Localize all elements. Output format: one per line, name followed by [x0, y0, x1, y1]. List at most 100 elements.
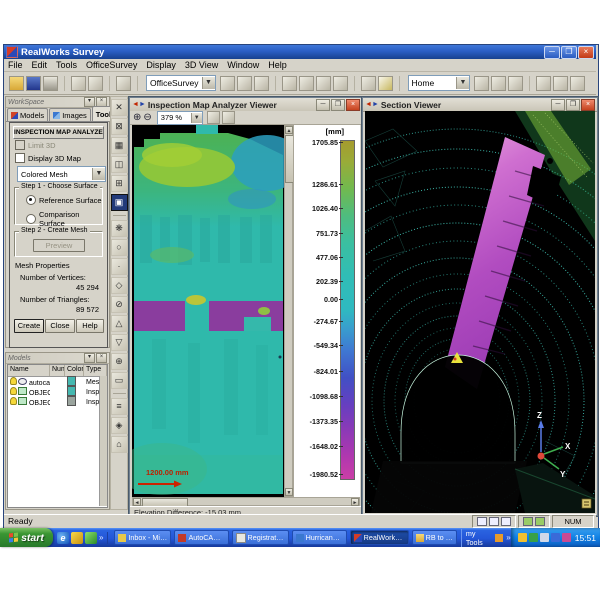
task-rbtopb[interactable]: RB to PB [412, 530, 457, 545]
layers-icon[interactable] [491, 76, 506, 91]
vtool-select-icon[interactable]: ✕ [111, 99, 128, 116]
vtool-inspect-icon[interactable]: ▣ [111, 194, 128, 211]
scroll-left-icon[interactable]: ◄ [133, 498, 141, 506]
target-combo[interactable]: Home ▼ [408, 75, 470, 91]
models-titlebar[interactable]: Models ▾ × [6, 353, 109, 364]
rotate-icon[interactable] [299, 76, 314, 91]
bulb-icon[interactable] [10, 397, 17, 405]
split-vertical-icon[interactable] [501, 517, 511, 526]
minimize-button[interactable]: ─ [544, 46, 560, 59]
print-icon[interactable] [43, 76, 58, 91]
table-row[interactable]: OBJECT... Inspectio [8, 387, 107, 397]
vtool-ellipse-icon[interactable]: ◇ [111, 277, 128, 294]
inspection-map-canvas[interactable]: 1200.00 mm [132, 125, 284, 497]
chevron-down-icon[interactable]: ▼ [191, 113, 202, 123]
show-desktop-icon[interactable] [85, 532, 97, 544]
menu-file[interactable]: File [8, 60, 23, 70]
zoom-out-icon[interactable]: ⊖ [143, 112, 151, 124]
vtool-gem-icon[interactable]: ◈ [111, 417, 128, 434]
restore-button[interactable]: ❐ [561, 46, 577, 59]
map-vertical-scrollbar[interactable]: ▲ ▼ [284, 125, 293, 497]
chevron-more-icon[interactable]: » [99, 533, 103, 542]
cascade-icon[interactable] [553, 76, 568, 91]
ie-icon[interactable]: e [57, 532, 69, 544]
vtool-grid-icon[interactable]: ▦ [111, 137, 128, 154]
refresh-icon[interactable] [116, 76, 131, 91]
render-icon[interactable] [361, 76, 376, 91]
menu-3dview[interactable]: 3D View [185, 60, 218, 70]
tray-volume-icon[interactable] [540, 533, 549, 542]
restore-button[interactable]: ❐ [331, 99, 345, 111]
split-horizontal-icon[interactable] [489, 517, 499, 526]
pan-view-icon[interactable] [207, 111, 220, 124]
save-icon[interactable] [26, 76, 41, 91]
vtool-dot-icon[interactable]: · [111, 258, 128, 275]
frames-icon[interactable] [508, 76, 523, 91]
eye-icon[interactable] [18, 378, 27, 385]
minimize-button[interactable]: ─ [316, 99, 330, 111]
menu-officesurvey[interactable]: OfficeSurvey [86, 60, 137, 70]
map-horizontal-scrollbar[interactable]: ◄ ► [132, 497, 360, 506]
sample-icon[interactable] [254, 76, 269, 91]
vtool-mesh-icon[interactable]: ⊞ [111, 175, 128, 192]
tile-icon[interactable] [536, 76, 551, 91]
vtool-target-icon[interactable]: ⊕ [111, 353, 128, 370]
task-hurricane[interactable]: Hurricane - Micro... [292, 530, 347, 545]
radio-icon[interactable] [26, 195, 36, 205]
vtool-fence-icon[interactable]: ⊠ [111, 118, 128, 135]
scroll-down-icon[interactable]: ▼ [285, 488, 293, 496]
tab-images[interactable]: Images [49, 108, 91, 121]
restore-button[interactable]: ❐ [566, 99, 580, 111]
zoom-in-icon[interactable]: ⊕ [133, 112, 141, 124]
vtool-list-icon[interactable]: ≡ [111, 398, 128, 415]
measure-icon[interactable] [282, 76, 297, 91]
open-icon[interactable] [9, 76, 24, 91]
close-icon[interactable]: × [96, 353, 107, 363]
vtool-box-icon[interactable]: ▭ [111, 372, 128, 389]
pin-icon[interactable]: ▾ [84, 353, 95, 363]
close-button[interactable]: × [581, 99, 595, 111]
close-button[interactable]: Close [45, 319, 75, 333]
my-tools-toolbar[interactable]: my Tools » [461, 529, 511, 547]
scroll-right-icon[interactable]: ► [351, 498, 359, 506]
zoom-level-combo[interactable]: 379 % ▼ [157, 111, 203, 125]
section-viewer-titlebar[interactable]: ◄► Section Viewer ─ ❐ × [363, 98, 597, 112]
task-registration[interactable]: Registration Rep... [232, 530, 289, 545]
display-3d-map-checkbox[interactable]: Display 3D Map [15, 153, 81, 163]
create-button[interactable]: Create [14, 319, 44, 333]
task-realworks[interactable]: RealWorks Survey [350, 530, 409, 545]
chevron-down-icon[interactable]: ▼ [202, 77, 215, 89]
comparison-surface-radio[interactable]: Comparison Surface [26, 210, 107, 228]
reference-surface-radio[interactable]: Reference Surface [26, 195, 107, 205]
section-3d-canvas[interactable]: Z X Y [365, 111, 595, 513]
tray-network-icon[interactable] [551, 533, 560, 542]
segment-icon[interactable] [237, 76, 252, 91]
help-button[interactable]: Help [76, 319, 104, 333]
tray-update-icon[interactable] [518, 533, 527, 542]
tab-models[interactable]: Models [7, 108, 48, 121]
workflow-combo[interactable]: OfficeSurvey ▼ [146, 75, 216, 91]
menu-tools[interactable]: Tools [56, 60, 77, 70]
app-titlebar[interactable]: RealWorks Survey ─ ❐ × [4, 45, 596, 59]
menu-display[interactable]: Display [146, 60, 176, 70]
fit-icon[interactable] [333, 76, 348, 91]
close-button[interactable]: × [346, 99, 360, 111]
table-row[interactable]: autocad... Mesh [8, 377, 107, 387]
bulb-icon[interactable] [10, 387, 17, 395]
edit-icon[interactable] [378, 76, 393, 91]
sync-icon[interactable] [523, 517, 533, 526]
fit-view-icon[interactable] [222, 111, 235, 124]
menu-edit[interactable]: Edit [32, 60, 48, 70]
vtool-forbid-icon[interactable]: ⊘ [111, 296, 128, 313]
vtool-section-icon[interactable]: ◫ [111, 156, 128, 173]
vtool-flower-icon[interactable]: ❋ [111, 220, 128, 237]
chevron-down-icon[interactable]: ▼ [92, 168, 105, 180]
vtool-clock-icon[interactable]: ○ [111, 239, 128, 256]
scroll-up-icon[interactable]: ▲ [285, 126, 293, 134]
table-row[interactable]: OBJECT... Inspectio [8, 397, 107, 407]
link-icon[interactable] [535, 517, 545, 526]
split-icon[interactable] [570, 76, 585, 91]
close-button[interactable]: × [578, 46, 594, 59]
menu-help[interactable]: Help [268, 60, 287, 70]
tray-app-icon[interactable] [562, 533, 571, 542]
